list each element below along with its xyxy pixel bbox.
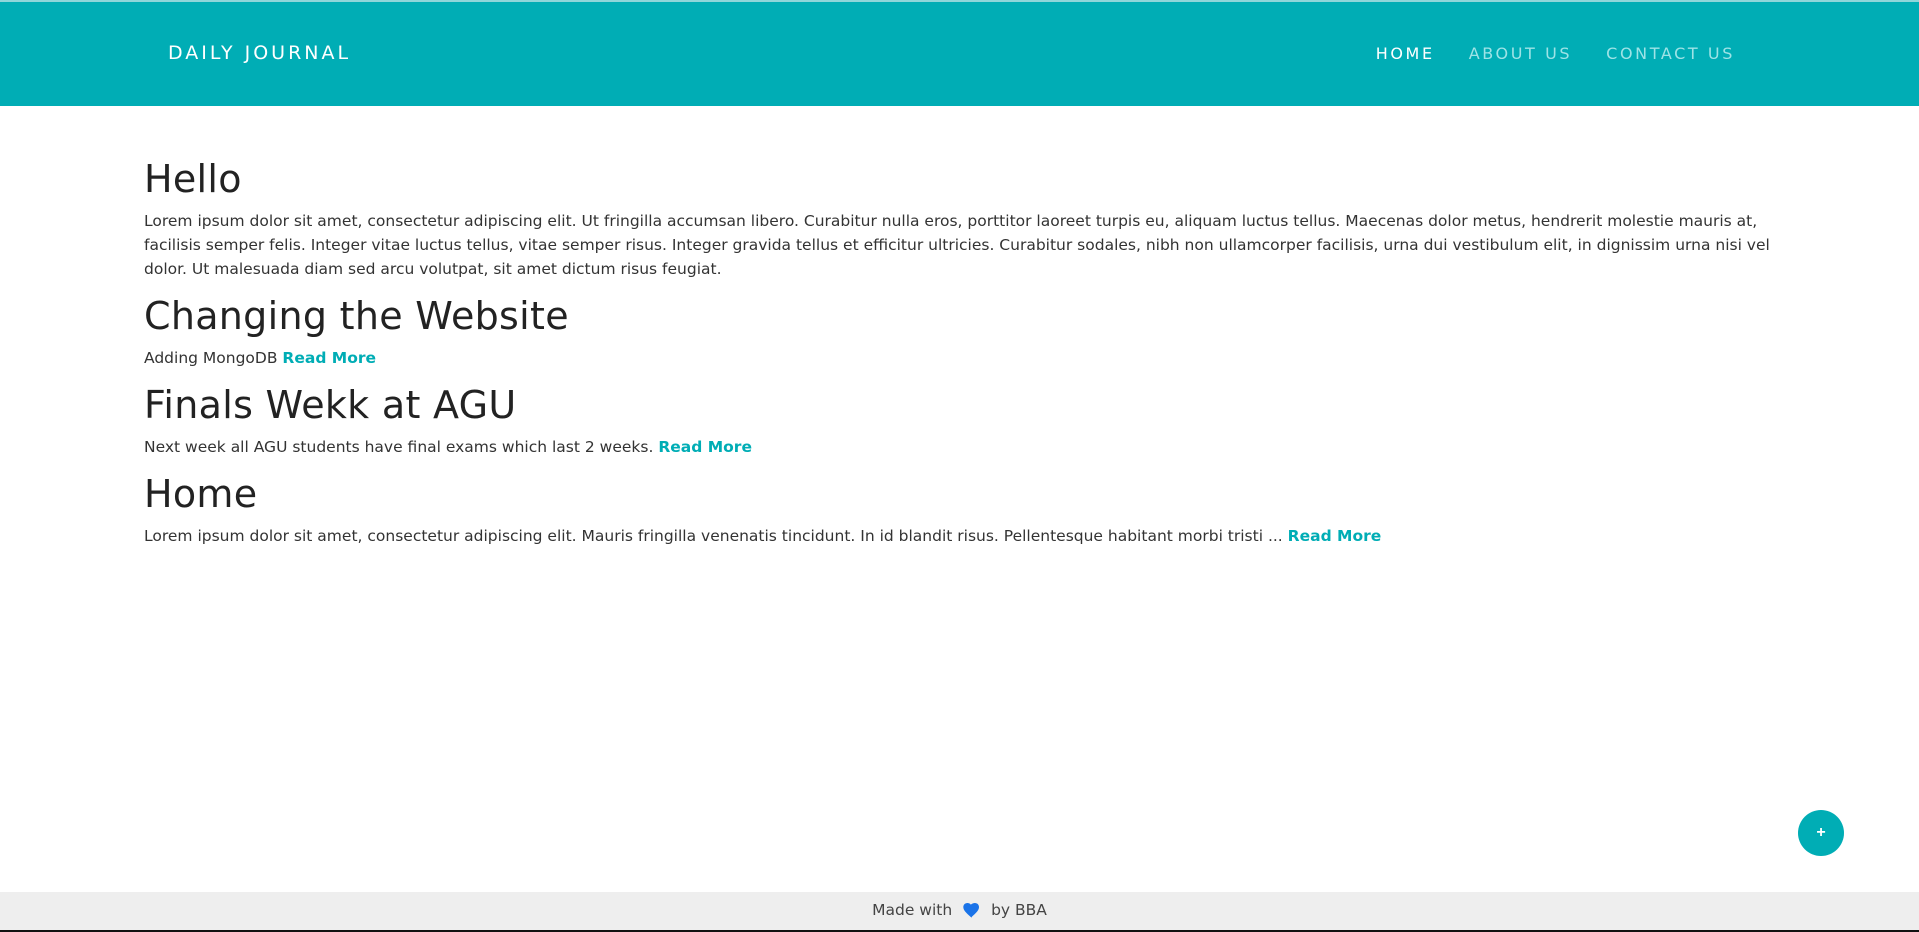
footer-suffix: by BBA [991, 901, 1047, 919]
post-title: Changing the Website [144, 294, 569, 338]
nav-home-link[interactable]: HOME [1376, 44, 1435, 63]
post-body: Next week all AGU students have final ex… [144, 438, 659, 456]
post-excerpt: Lorem ipsum dolor sit amet, consectetur … [144, 524, 1774, 548]
post-item: Changing the Website Adding MongoDB Read… [144, 293, 1774, 370]
post-excerpt: Next week all AGU students have final ex… [144, 435, 1774, 459]
post-excerpt: Lorem ipsum dolor sit amet, consectetur … [144, 209, 1774, 281]
read-more-link[interactable]: Read More [282, 349, 376, 367]
nav-contact-link[interactable]: CONTACT US [1606, 44, 1735, 63]
brand-logo[interactable]: DAILY JOURNAL [168, 42, 351, 64]
post-title: Finals Wekk at AGU [144, 383, 517, 427]
footer-prefix: Made with [872, 901, 953, 919]
post-body: Lorem ipsum dolor sit amet, consectetur … [144, 212, 1770, 278]
navbar: DAILY JOURNAL HOME ABOUT US CONTACT US [0, 2, 1919, 106]
read-more-link[interactable]: Read More [1288, 527, 1382, 545]
posts-list: Hello Lorem ipsum dolor sit amet, consec… [144, 156, 1774, 560]
post-item: Home Lorem ipsum dolor sit amet, consect… [144, 471, 1774, 548]
post-body: Lorem ipsum dolor sit amet, consectetur … [144, 527, 1288, 545]
post-item: Finals Wekk at AGU Next week all AGU stu… [144, 382, 1774, 459]
plus-icon: + [1816, 824, 1826, 841]
heart-icon [963, 903, 980, 922]
post-excerpt: Adding MongoDB Read More [144, 346, 1774, 370]
post-title: Home [144, 472, 258, 516]
compose-button[interactable]: + [1798, 810, 1844, 856]
nav-about-link[interactable]: ABOUT US [1469, 44, 1572, 63]
nav-links: HOME ABOUT US CONTACT US [1342, 44, 1735, 63]
post-body: Adding MongoDB [144, 349, 283, 367]
post-title: Hello [144, 157, 242, 201]
post-item: Hello Lorem ipsum dolor sit amet, consec… [144, 156, 1774, 281]
read-more-link[interactable]: Read More [658, 438, 752, 456]
footer: Made with by BBA [0, 892, 1919, 932]
